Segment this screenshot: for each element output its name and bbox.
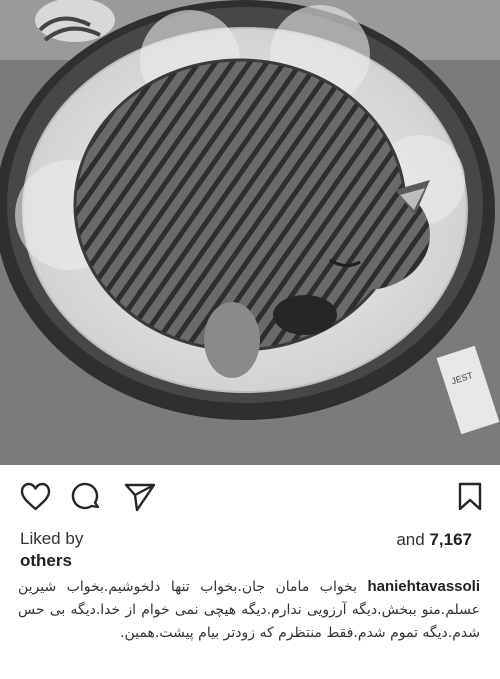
cat-in-bed-photo: JEST — [0, 0, 500, 465]
caption-username[interactable]: haniehtavassoli — [367, 578, 480, 595]
likes-and-label: and — [396, 530, 425, 549]
liked-by-label: Liked by — [20, 529, 84, 548]
share-icon[interactable] — [124, 482, 156, 516]
liked-by-others-link[interactable]: others — [20, 550, 83, 572]
likes-summary: Liked by others — [20, 528, 83, 572]
post-caption: haniehtavassoli بخواب مامان جان.بخواب تن… — [18, 575, 480, 645]
likes-count-value: 7,167 — [429, 530, 472, 549]
bookmark-icon[interactable] — [458, 482, 482, 515]
post-photo[interactable]: JEST — [0, 0, 500, 465]
comment-icon[interactable] — [71, 482, 101, 516]
action-bar — [0, 465, 500, 527]
instagram-post: JEST Liked by others and 7,167 haniehtav… — [0, 0, 500, 679]
likes-count[interactable]: and 7,167 — [396, 530, 472, 550]
heart-icon[interactable] — [20, 482, 51, 515]
